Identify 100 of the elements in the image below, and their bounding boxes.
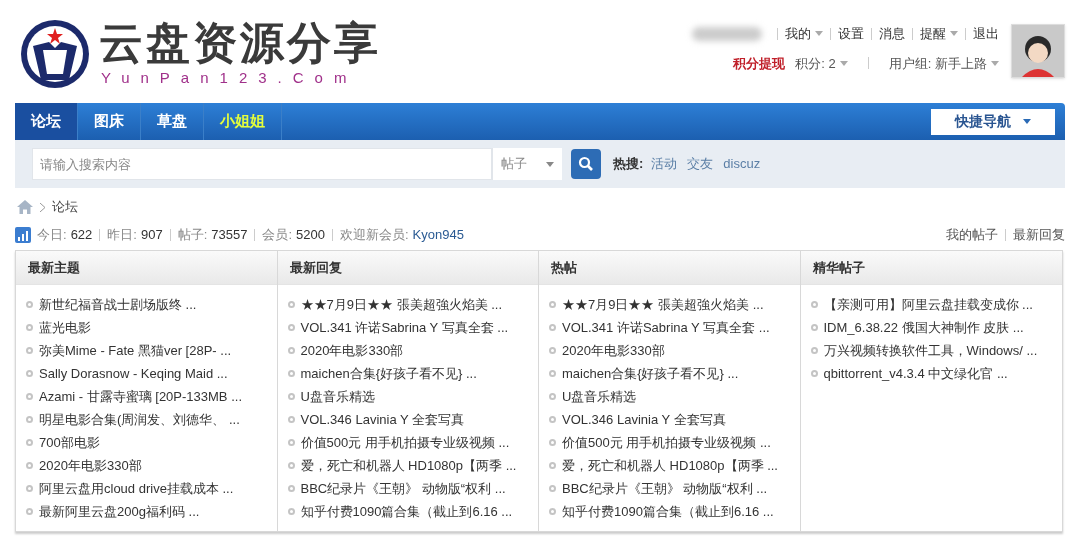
- bullet-icon: [287, 439, 295, 446]
- thread-link[interactable]: 价值500元 用手机拍摄专业级视频 ...: [562, 432, 771, 453]
- bullet-icon: [549, 416, 556, 423]
- thread-link[interactable]: 万兴视频转换软件工具，Windows/ ...: [823, 340, 1038, 361]
- user-menu-link[interactable]: 退出: [973, 24, 999, 44]
- thread-link[interactable]: 2020年电影330部: [39, 455, 142, 476]
- thread-link[interactable]: 爱，死亡和机器人 HD1080p【两季 ...: [562, 455, 778, 476]
- member-link[interactable]: Kyon945: [412, 225, 464, 245]
- thread-link[interactable]: VOL.346 Lavinia Y 全套写真: [300, 409, 465, 430]
- user-menu-link[interactable]: 提醒: [920, 24, 958, 44]
- bullet-icon: [810, 347, 818, 354]
- stats-icon: [15, 227, 31, 243]
- bullet-icon: [549, 485, 556, 492]
- thread-link[interactable]: maichen合集{好孩子看不见} ...: [300, 363, 477, 384]
- search-icon: [578, 156, 594, 172]
- thread-link[interactable]: U盘音乐精选: [300, 386, 375, 407]
- bullet-icon: [549, 439, 556, 446]
- avatar[interactable]: [1011, 24, 1065, 78]
- stat-value: 73557: [211, 226, 248, 245]
- user-menu-link[interactable]: 消息: [879, 24, 905, 44]
- caret-icon: [1023, 119, 1031, 124]
- thread-link[interactable]: VOL.341 许诺Sabrina Y 写真全套 ...: [562, 317, 770, 338]
- thread-link[interactable]: 知乎付费1090篇合集（截止到6.16 ...: [300, 501, 513, 522]
- bullet-icon: [549, 347, 556, 354]
- bullet-icon: [26, 439, 33, 446]
- post-link[interactable]: 最新回复: [1013, 225, 1065, 245]
- bullet-icon: [26, 416, 33, 423]
- scope-dropdown[interactable]: 帖子: [492, 148, 562, 180]
- bullet-icon: [287, 347, 295, 354]
- column-title: 最新主题: [28, 258, 80, 277]
- thread-link[interactable]: Sally Dorasnow - Keqing Maid ...: [39, 363, 228, 384]
- thread-link[interactable]: maichen合集{好孩子看不见} ...: [562, 363, 739, 384]
- user-info-link[interactable]: 积分提现: [733, 53, 786, 73]
- hot-search-link[interactable]: 交友: [687, 154, 714, 174]
- thread-link[interactable]: IDM_6.38.22 俄国大神制作 皮肤 ...: [823, 317, 1024, 338]
- thread-link[interactable]: 2020年电影330部: [300, 340, 404, 361]
- thread-link[interactable]: BBC纪录片《王朝》 动物版“权利 ...: [562, 478, 768, 499]
- bullet-icon: [287, 393, 295, 400]
- thread-link[interactable]: ★★7月9日★★ 張美超強火焰美 ...: [562, 294, 764, 315]
- bullet-icon: [549, 301, 556, 308]
- bullet-icon: [26, 462, 33, 469]
- breadcrumb-link[interactable]: 论坛: [52, 197, 78, 217]
- stat-label: 昨日:: [107, 226, 137, 245]
- thread-link[interactable]: 知乎付费1090篇合集（截止到6.16 ...: [562, 501, 774, 522]
- chevron-icon: [40, 202, 45, 212]
- thread-link[interactable]: U盘音乐精选: [562, 386, 637, 407]
- stat-label: 欢迎新会员:: [340, 226, 409, 245]
- thread-link[interactable]: 价值500元 用手机拍摄专业级视频 ...: [300, 432, 510, 453]
- thread-link[interactable]: VOL.346 Lavinia Y 全套写真: [562, 409, 726, 430]
- thread-link[interactable]: Azami - 甘露寺蜜璃 [20P-133MB ...: [39, 386, 242, 407]
- column-title: 最新回复: [289, 258, 342, 277]
- bullet-icon: [26, 393, 33, 400]
- thread-link[interactable]: 【亲测可用】阿里云盘挂载变成你 ...: [823, 294, 1033, 315]
- bullet-icon: [287, 301, 295, 308]
- bullet-icon: [287, 508, 295, 515]
- thread-link[interactable]: 爱，死亡和机器人 HD1080p【两季 ...: [300, 455, 517, 476]
- bullet-icon: [26, 370, 33, 377]
- thread-link[interactable]: qbittorrent_v4.3.4 中文绿化官 ...: [823, 363, 1008, 384]
- hot-search-link[interactable]: 活动: [651, 154, 678, 174]
- bullet-icon: [287, 462, 295, 469]
- search-button[interactable]: [571, 149, 601, 179]
- bullet-icon: [26, 347, 33, 354]
- bullet-icon: [26, 485, 33, 492]
- bullet-icon: [810, 324, 818, 331]
- nav-tab[interactable]: 论坛: [15, 103, 78, 140]
- user-menu-link[interactable]: 设置: [838, 24, 864, 44]
- bullet-icon: [549, 324, 556, 331]
- thread-link[interactable]: 新世纪福音战士剧场版终 ...: [39, 294, 197, 315]
- stat-value: 907: [140, 226, 163, 245]
- user-menu-link[interactable]: 我的: [785, 24, 823, 44]
- post-link[interactable]: 我的帖子: [946, 225, 998, 245]
- thread-link[interactable]: BBC纪录片《王朝》 动物版“权利 ...: [300, 478, 506, 499]
- thread-link[interactable]: 阿里云盘用cloud drive挂载成本 ...: [39, 478, 234, 499]
- thread-link[interactable]: 明星电影合集(周润发、刘德华、 ...: [39, 409, 240, 430]
- bullet-icon: [810, 301, 818, 308]
- hot-search-link[interactable]: discuz: [723, 154, 761, 174]
- stat-label: 会员:: [262, 226, 293, 245]
- bullet-icon: [26, 324, 33, 331]
- search-field[interactable]: 请输入搜索内容: [32, 148, 492, 180]
- bullet-icon: [287, 324, 295, 331]
- bullet-icon: [287, 370, 295, 377]
- stat-value: 622: [70, 226, 93, 245]
- logo-title: 云盘资源分享: [99, 18, 381, 68]
- thread-link[interactable]: ★★7月9日★★ 張美超強火焰美 ...: [300, 294, 503, 315]
- thread-link[interactable]: 弥美Mime - Fate 黑猫ver [28P- ...: [39, 340, 232, 361]
- bullet-icon: [287, 416, 295, 423]
- user-info-link[interactable]: 用户组: 新手上路: [888, 53, 999, 73]
- bullet-icon: [549, 508, 556, 515]
- thread-link[interactable]: 700部电影: [39, 432, 100, 453]
- bullet-icon: [549, 462, 556, 469]
- thread-link[interactable]: 2020年电影330部: [562, 340, 665, 361]
- user-info-link[interactable]: 积分: 2: [795, 53, 848, 73]
- logo-subtitle: YunPan123.Com: [100, 68, 359, 88]
- stat-value: 5200: [296, 226, 325, 245]
- thread-link[interactable]: VOL.341 许诺Sabrina Y 写真全套 ...: [300, 317, 509, 338]
- bullet-icon: [810, 370, 818, 377]
- thread-link[interactable]: 最新阿里云盘200g福利码 ...: [39, 501, 200, 522]
- thread-link[interactable]: 蓝光电影: [39, 317, 91, 338]
- bullet-icon: [549, 370, 556, 377]
- quick-nav-button[interactable]: 快捷导航: [931, 108, 1055, 135]
